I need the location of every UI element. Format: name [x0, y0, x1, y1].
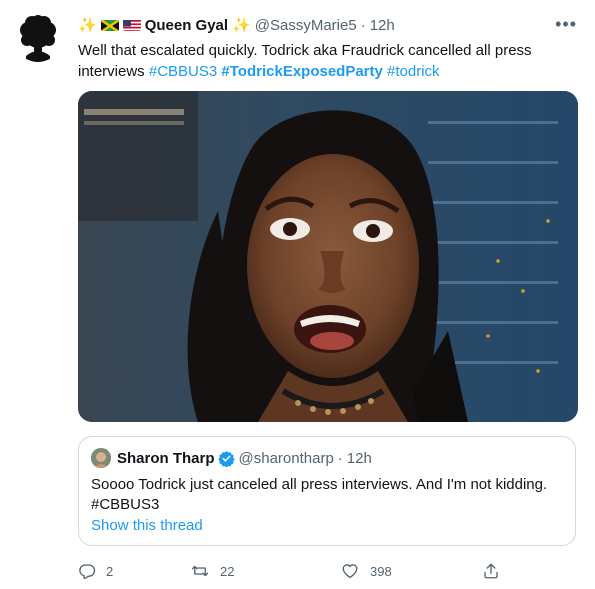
author-name[interactable]: Queen Gyal: [145, 17, 228, 34]
hashtag-link[interactable]: #TodrickExposedParty: [221, 63, 382, 80]
share-button[interactable]: [482, 560, 510, 582]
tweet[interactable]: ✨ Queen Gyal ✨ @SassyMarie5 · 12h ••• We…: [0, 0, 595, 589]
separator-dot: ·: [337, 449, 343, 467]
reply-icon: [79, 564, 96, 580]
quoted-timestamp[interactable]: 12h: [347, 450, 372, 467]
timestamp[interactable]: 12h: [370, 17, 395, 34]
reply-count: 2: [106, 563, 114, 579]
sparkles-icon: ✨: [232, 17, 251, 34]
like-count: 398: [370, 563, 392, 579]
quoted-avatar[interactable]: [91, 448, 111, 468]
heart-icon: [342, 564, 358, 579]
quoted-hashtag[interactable]: #CBBUS3: [91, 496, 159, 513]
quoted-body: Soooo Todrick just canceled all press in…: [91, 476, 548, 493]
tweet-media[interactable]: [78, 91, 578, 422]
tweet-header: ✨ Queen Gyal ✨ @SassyMarie5 · 12h: [78, 13, 395, 37]
tweet-actions: 2 22 398: [78, 560, 518, 582]
more-options-icon[interactable]: •••: [555, 14, 577, 35]
quoted-tweet-header: Sharon Tharp @sharontharp · 12h: [91, 447, 372, 469]
separator-dot: ·: [360, 16, 366, 34]
hashtag-link[interactable]: #todrick: [387, 63, 440, 80]
tweet-text: Well that escalated quickly. Todrick aka…: [78, 40, 558, 82]
quoted-author-name[interactable]: Sharon Tharp: [117, 450, 215, 467]
avatar[interactable]: [14, 14, 62, 62]
hashtag-link[interactable]: #CBBUS3: [149, 63, 217, 80]
jamaica-flag-icon: [100, 19, 119, 31]
gif-reaction-image: [78, 91, 578, 422]
show-thread-link[interactable]: Show this thread: [91, 517, 203, 534]
share-icon: [484, 563, 498, 579]
retweet-button[interactable]: 22: [190, 560, 234, 582]
quoted-tweet[interactable]: Sharon Tharp @sharontharp · 12h Soooo To…: [78, 436, 576, 546]
reply-button[interactable]: 2: [78, 560, 113, 582]
verified-badge-icon: [217, 450, 235, 467]
sparkles-icon: ✨: [78, 17, 97, 34]
retweet-icon: [191, 565, 209, 577]
retweet-count: 22: [220, 563, 235, 579]
like-button[interactable]: 398: [340, 560, 392, 582]
quoted-author-handle[interactable]: @sharontharp: [239, 450, 334, 467]
author-handle[interactable]: @SassyMarie5: [255, 17, 357, 34]
us-flag-icon: [122, 19, 141, 31]
afro-silhouette-icon: [20, 15, 56, 62]
quoted-tweet-text: Soooo Todrick just canceled all press in…: [91, 475, 561, 515]
